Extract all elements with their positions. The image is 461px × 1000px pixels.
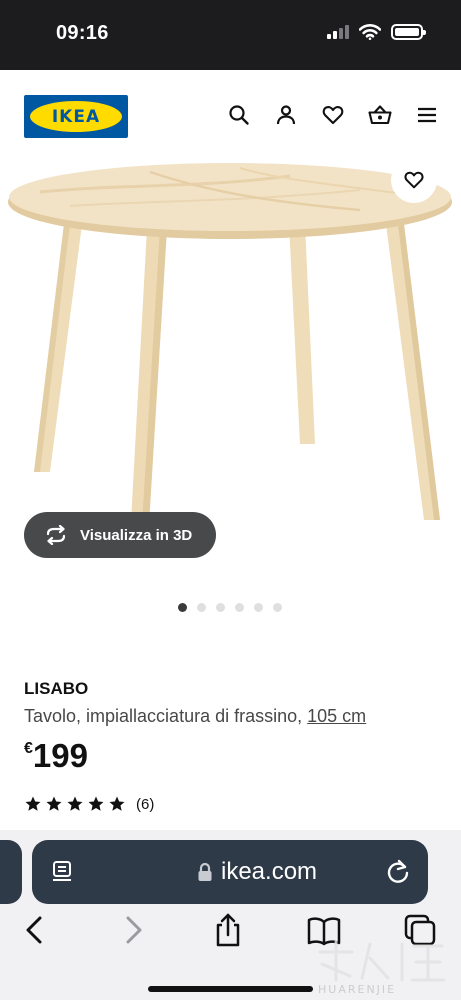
- basket-icon[interactable]: [368, 103, 392, 127]
- url-display[interactable]: ikea.com: [197, 858, 317, 886]
- star-icon: [109, 796, 125, 811]
- price-value: 199: [32, 737, 88, 774]
- search-icon[interactable]: [227, 103, 251, 127]
- wifi-icon: [359, 24, 381, 40]
- status-icons: [327, 24, 426, 40]
- carousel-dot[interactable]: [273, 603, 282, 612]
- product-price: € 199: [24, 735, 88, 777]
- product-description-text: Tavolo, impiallacciatura di frassino,: [24, 706, 303, 726]
- reload-icon[interactable]: [384, 858, 412, 886]
- account-icon[interactable]: [274, 103, 298, 127]
- view-3d-button[interactable]: Visualizza in 3D: [24, 512, 216, 558]
- page: 09:16 IKEA Visualizza in 3D LISABO Tavol…: [0, 0, 461, 1000]
- lock-icon: [198, 862, 212, 881]
- ikea-logo[interactable]: IKEA: [24, 95, 128, 138]
- view-3d-label: Visualizza in 3D: [80, 526, 193, 544]
- heart-icon[interactable]: [321, 103, 345, 127]
- price-currency: €: [24, 740, 33, 757]
- star-icon: [88, 796, 104, 811]
- logo-oval: IKEA: [30, 101, 122, 132]
- battery-icon: [391, 24, 426, 40]
- star-icon: [25, 796, 41, 811]
- product-rating[interactable]: (6): [24, 795, 154, 813]
- heart-icon: [404, 171, 424, 189]
- carousel-dot[interactable]: [254, 603, 263, 612]
- signal-icon: [327, 25, 349, 39]
- carousel-dot[interactable]: [235, 603, 244, 612]
- url-text: ikea.com: [221, 858, 318, 885]
- carousel-dot[interactable]: [178, 603, 187, 612]
- favourite-button[interactable]: [391, 157, 437, 203]
- product-description: Tavolo, impiallacciatura di frassino, 10…: [24, 706, 366, 727]
- forward-icon[interactable]: [116, 912, 150, 948]
- logo-text: IKEA: [51, 106, 101, 127]
- menu-icon[interactable]: [415, 103, 439, 127]
- back-icon[interactable]: [18, 912, 52, 948]
- previous-tab-preview[interactable]: [0, 840, 22, 904]
- reader-icon[interactable]: [50, 860, 74, 884]
- carousel-dots: [178, 603, 282, 612]
- carousel-dot[interactable]: [216, 603, 225, 612]
- site-header: IKEA: [0, 70, 461, 162]
- rating-stars: [24, 795, 126, 813]
- product-name: LISABO: [24, 679, 89, 698]
- status-bar: 09:16: [0, 0, 461, 70]
- home-indicator[interactable]: [148, 986, 313, 992]
- status-time: 09:16: [56, 22, 109, 44]
- watermark-text: HUARENJIE: [318, 983, 397, 996]
- address-bar[interactable]: ikea.com: [32, 840, 428, 904]
- rotate-3d-icon: [46, 525, 66, 545]
- review-count: (6): [136, 795, 155, 813]
- header-icons: [227, 103, 439, 127]
- share-icon[interactable]: [211, 912, 245, 948]
- carousel-dot[interactable]: [197, 603, 206, 612]
- product-size-link[interactable]: 105 cm: [307, 706, 366, 726]
- star-icon: [67, 796, 83, 811]
- star-icon: [46, 796, 62, 811]
